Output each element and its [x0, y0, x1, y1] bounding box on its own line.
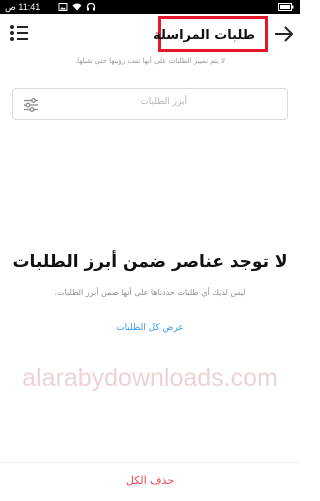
wifi-icon [72, 3, 82, 11]
back-arrow-icon[interactable] [272, 23, 294, 45]
search-input[interactable]: أبرز الطلبات [12, 88, 288, 120]
image-icon [58, 3, 68, 11]
view-all-requests-link[interactable]: عرض كل الطلبات [0, 323, 300, 333]
info-note: لا يتم تمييز الطلبات على أنها تمت رؤيتها… [74, 57, 226, 65]
battery-icon [278, 3, 294, 11]
bottom-bar: حذف الكل [0, 462, 300, 501]
search-placeholder: أبرز الطلبات [140, 97, 187, 107]
page-title: طلبات المراسلة [153, 28, 255, 43]
watermark: alarabydownloads.com [22, 364, 278, 392]
filter-sliders-icon[interactable] [23, 97, 39, 113]
delete-all-button[interactable]: حذف الكل [0, 474, 300, 487]
empty-state-subtitle: ليس لديك أي طلبات حددناها على أنها ضمن أ… [54, 288, 246, 297]
status-bar: 11:41 ص [0, 0, 300, 14]
empty-state-title: لا توجد عناصر ضمن أبرز الطلبات [12, 252, 288, 272]
headphones-icon [86, 2, 96, 11]
title-highlight-box: طلبات المراسلة [153, 16, 268, 52]
list-menu-icon[interactable] [8, 22, 30, 44]
status-icons [58, 2, 96, 12]
status-time: 11:41 ص [5, 2, 41, 12]
header: طلبات المراسلة [0, 14, 300, 54]
